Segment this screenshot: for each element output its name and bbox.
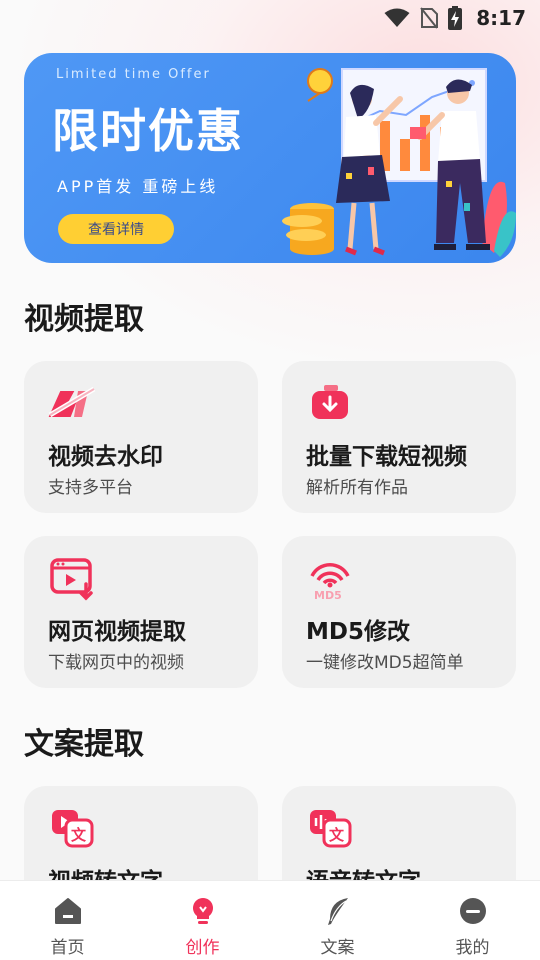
watermark-remove-icon <box>48 386 96 418</box>
tab-profile[interactable]: 我的 <box>405 881 540 960</box>
tab-label: 首页 <box>50 938 85 958</box>
card-title: MD5修改 <box>306 619 410 645</box>
svg-text:文: 文 <box>329 826 345 844</box>
view-details-button[interactable]: 查看详情 <box>58 214 174 244</box>
svg-text:文: 文 <box>71 826 87 844</box>
voice-to-text-icon: 文 <box>310 810 352 848</box>
tab-label: 我的 <box>455 938 490 958</box>
bottom-tab-bar: 首页 创作 文案 我的 <box>0 880 540 960</box>
md5-signal-icon: MD5 <box>310 563 350 602</box>
tab-label: 创作 <box>185 938 220 958</box>
section-title-video: 视频提取 <box>24 302 144 337</box>
wifi-icon <box>384 8 410 27</box>
no-sim-icon <box>420 7 439 29</box>
card-desc: 一键修改MD5超简单 <box>306 653 464 673</box>
promo-banner[interactable]: Limited time Offer 限时优惠 APP首发 重磅上线 查看详情 <box>24 53 516 263</box>
battery-charging-icon <box>448 6 463 30</box>
card-desc: 支持多平台 <box>48 478 133 498</box>
web-video-icon <box>50 558 93 601</box>
banner-tagline: APP首发 重磅上线 <box>57 177 219 196</box>
tab-create[interactable]: 创作 <box>135 881 270 960</box>
card-desc: 下载网页中的视频 <box>48 653 184 673</box>
batch-download-icon <box>312 385 348 419</box>
banner-title: 限时优惠 <box>52 104 244 158</box>
profile-icon <box>459 898 486 924</box>
banner-illustration <box>282 68 516 257</box>
status-bar: 8:17 <box>0 0 540 36</box>
card-md5[interactable]: MD5 MD5修改 一键修改MD5超简单 <box>282 536 516 688</box>
tab-label: 文案 <box>320 938 355 958</box>
card-remove-watermark[interactable]: 视频去水印 支持多平台 <box>24 361 258 513</box>
lightbulb-icon <box>192 898 213 924</box>
card-desc: 解析所有作品 <box>306 478 408 498</box>
card-batch-download[interactable]: 批量下载短视频 解析所有作品 <box>282 361 516 513</box>
tab-home[interactable]: 首页 <box>0 881 135 960</box>
card-title: 网页视频提取 <box>48 619 186 645</box>
status-time: 8:17 <box>476 6 526 30</box>
home-icon <box>54 898 81 924</box>
feather-icon <box>327 898 348 925</box>
card-web-video[interactable]: 网页视频提取 下载网页中的视频 <box>24 536 258 688</box>
svg-text:MD5: MD5 <box>314 589 342 602</box>
card-title: 批量下载短视频 <box>306 444 467 470</box>
section-title-copywriting: 文案提取 <box>24 727 144 762</box>
banner-subtitle: Limited time Offer <box>56 67 211 82</box>
video-to-text-icon: 文 <box>52 810 94 848</box>
tab-copywriting[interactable]: 文案 <box>270 881 405 960</box>
card-title: 视频去水印 <box>48 444 163 470</box>
